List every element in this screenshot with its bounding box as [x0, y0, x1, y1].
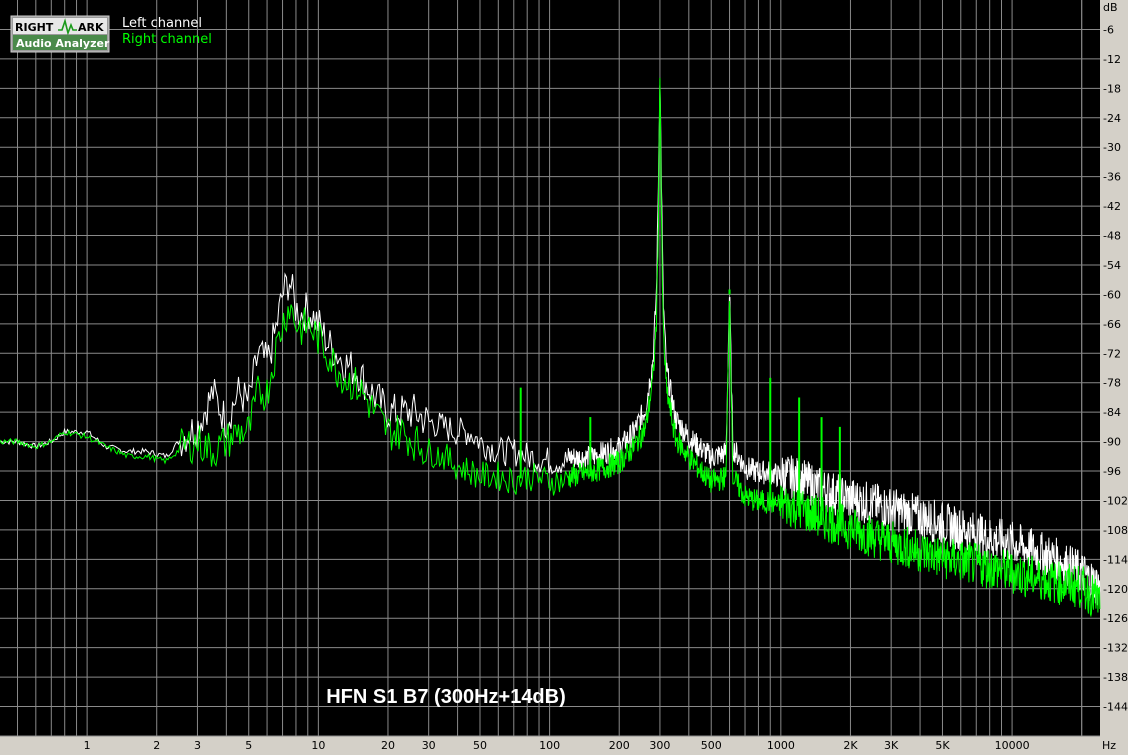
- y-tick-label: -78: [1103, 377, 1121, 390]
- x-tick-label: 2: [153, 739, 160, 752]
- x-axis-unit: Hz: [1102, 739, 1116, 752]
- x-tick-label: 30: [422, 739, 436, 752]
- y-tick-label: -12: [1103, 53, 1121, 66]
- y-tick-label: -108: [1103, 524, 1128, 537]
- x-tick-label: 300: [649, 739, 670, 752]
- x-tick-label: 5K: [935, 739, 950, 752]
- y-tick-label: -114: [1103, 553, 1128, 566]
- y-tick-label: -18: [1103, 82, 1121, 95]
- y-tick-label: -54: [1103, 259, 1121, 272]
- y-tick-label: -6: [1103, 23, 1114, 36]
- x-tick-label: 500: [701, 739, 722, 752]
- legend-right-channel: Right channel: [122, 32, 212, 47]
- logo-subtitle: Audio Analyzer: [16, 37, 110, 50]
- y-tick-label: -42: [1103, 200, 1121, 213]
- y-tick-label: -66: [1103, 318, 1121, 331]
- y-axis-unit: dB: [1103, 1, 1118, 14]
- x-tick-label: 5: [245, 739, 252, 752]
- y-tick-label: -132: [1103, 642, 1128, 655]
- x-tick-label: 1: [84, 739, 91, 752]
- x-tick-label: 20: [381, 739, 395, 752]
- x-tick-label: 10: [311, 739, 325, 752]
- logo-word-right: RIGHT: [15, 21, 54, 34]
- x-tick-label: 10000: [995, 739, 1030, 752]
- logo-word-ark: ARK: [78, 21, 104, 34]
- y-tick-label: -144: [1103, 701, 1128, 714]
- x-tick-label: 2K: [843, 739, 858, 752]
- x-tick-label: 3K: [884, 739, 899, 752]
- x-tick-label: 3: [194, 739, 201, 752]
- y-tick-label: -90: [1103, 436, 1121, 449]
- y-tick-label: -24: [1103, 112, 1121, 125]
- x-tick-label: 100: [539, 739, 560, 752]
- x-tick-label: 1000: [767, 739, 795, 752]
- y-tick-label: -102: [1103, 494, 1128, 507]
- y-tick-label: -84: [1103, 406, 1121, 419]
- y-tick-label: -126: [1103, 612, 1128, 625]
- spectrum-chart: 1 2 3 5 10 20 30 50 100 200 300 500 1000 2K 3K 5K 10000 …: [0, 0, 1128, 755]
- y-tick-label: -30: [1103, 141, 1121, 154]
- y-tick-label: -120: [1103, 583, 1128, 596]
- y-tick-label: -96: [1103, 465, 1121, 478]
- y-tick-label: -138: [1103, 671, 1128, 684]
- x-tick-label: 200: [609, 739, 630, 752]
- x-tick-label: 50: [473, 739, 487, 752]
- y-tick-label: -72: [1103, 347, 1121, 360]
- legend-left-channel: Left channel: [122, 16, 202, 31]
- chart-title: HFN S1 B7 (300Hz+14dB): [326, 686, 566, 708]
- rightmark-logo: RIGHT ARK Audio Analyzer: [10, 15, 110, 53]
- y-tick-label: -60: [1103, 288, 1121, 301]
- y-tick-label: -48: [1103, 230, 1121, 243]
- y-tick-label: -36: [1103, 171, 1121, 184]
